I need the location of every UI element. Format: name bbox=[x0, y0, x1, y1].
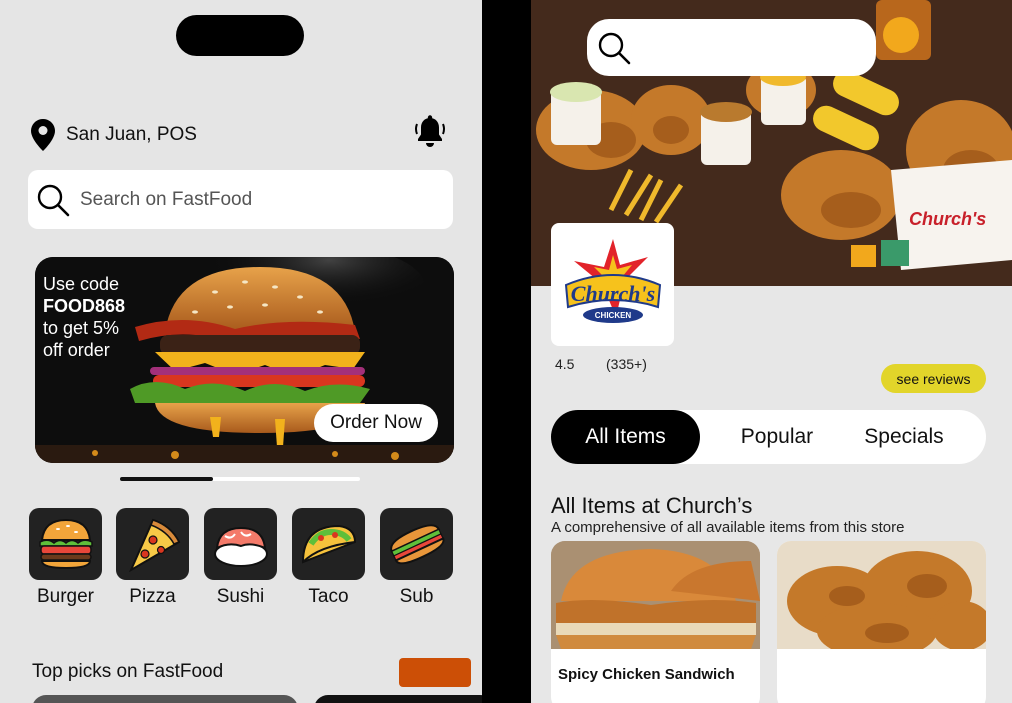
category-tile bbox=[116, 508, 189, 580]
home-screen: San Juan, POS Search on FastFood Use cod… bbox=[0, 0, 482, 703]
order-now-button[interactable]: Order Now bbox=[314, 404, 438, 442]
dynamic-island bbox=[176, 15, 304, 56]
top-pick-card[interactable] bbox=[32, 695, 298, 703]
search-placeholder: Search on FastFood bbox=[80, 188, 253, 210]
tab-popular[interactable]: Popular bbox=[721, 410, 833, 464]
promo-line-2: to get 5% bbox=[43, 318, 120, 338]
tab-specials[interactable]: Specials bbox=[849, 410, 959, 464]
review-count: (335+) bbox=[606, 356, 647, 372]
search-icon bbox=[37, 184, 70, 216]
category-label: Sub bbox=[399, 586, 434, 607]
sushi-icon bbox=[213, 526, 268, 567]
fried-chicken-image bbox=[777, 541, 986, 659]
burger-icon bbox=[38, 518, 93, 570]
logo-text: Church's bbox=[570, 281, 654, 306]
menu-item-name bbox=[777, 654, 986, 678]
menu-item-name: Spicy Chicken Sandwich bbox=[558, 666, 735, 683]
category-label: Burger bbox=[36, 586, 95, 607]
promo-code: FOOD868 bbox=[43, 296, 126, 316]
location-pin-icon bbox=[31, 119, 55, 151]
see-reviews-button[interactable]: see reviews bbox=[881, 364, 986, 393]
carousel-indicator-active bbox=[120, 477, 213, 481]
category-tile bbox=[292, 508, 365, 580]
category-sub[interactable]: Sub bbox=[380, 508, 453, 608]
category-taco[interactable]: Taco bbox=[292, 508, 365, 608]
tab-all-items[interactable]: All Items bbox=[551, 410, 700, 464]
menu-item-card[interactable] bbox=[777, 541, 986, 703]
promo-banner[interactable]: Use code FOOD868 to get 5% off order Ord… bbox=[35, 257, 454, 463]
logo-subtext: CHICKEN bbox=[594, 311, 631, 320]
promo-line-3: off order bbox=[43, 340, 110, 360]
category-label: Taco bbox=[308, 586, 349, 607]
search-icon bbox=[598, 32, 631, 64]
section-subtitle: A comprehensive of all available items f… bbox=[551, 519, 905, 536]
notification-bell-icon[interactable] bbox=[414, 115, 446, 149]
taco-icon bbox=[301, 524, 356, 564]
category-tile bbox=[29, 508, 102, 580]
top-picks-action-button[interactable] bbox=[399, 658, 471, 687]
top-picks-heading: Top picks on FastFood bbox=[32, 661, 224, 682]
location-text: San Juan, POS bbox=[66, 124, 197, 145]
store-rating: 4.5 bbox=[555, 356, 575, 372]
spicy-chicken-sandwich-image bbox=[551, 541, 760, 649]
store-search-input[interactable] bbox=[587, 19, 876, 76]
category-label: Pizza bbox=[129, 586, 176, 607]
promo-line-1: Use code bbox=[43, 274, 120, 294]
churchs-chicken-logo: Church's CHICKEN bbox=[564, 238, 661, 323]
promo-text: Use code FOOD868 to get 5% off order bbox=[43, 273, 125, 361]
pizza-icon bbox=[128, 518, 180, 572]
sub-sandwich-icon bbox=[389, 524, 445, 565]
category-pizza[interactable]: Pizza bbox=[116, 508, 189, 608]
category-tile bbox=[204, 508, 277, 580]
store-logo: Church's CHICKEN bbox=[551, 223, 674, 346]
category-sushi[interactable]: Sushi bbox=[204, 508, 277, 608]
location-selector[interactable]: San Juan, POS bbox=[31, 118, 197, 152]
category-tile bbox=[380, 508, 453, 580]
section-title: All Items at Church’s bbox=[551, 493, 753, 518]
menu-item-card[interactable]: Spicy Chicken Sandwich bbox=[551, 541, 760, 703]
category-burger[interactable]: Burger bbox=[29, 508, 102, 608]
top-pick-card[interactable] bbox=[314, 695, 482, 703]
store-screen: Church's Church's CHICKEN 4.5 (335+) see… bbox=[531, 0, 1012, 703]
search-input[interactable]: Search on FastFood bbox=[28, 170, 453, 229]
carousel-indicator bbox=[120, 477, 360, 481]
svg-text:Church's: Church's bbox=[909, 209, 986, 229]
category-label: Sushi bbox=[216, 586, 265, 607]
menu-tabs: All Items Popular Specials bbox=[551, 410, 986, 464]
